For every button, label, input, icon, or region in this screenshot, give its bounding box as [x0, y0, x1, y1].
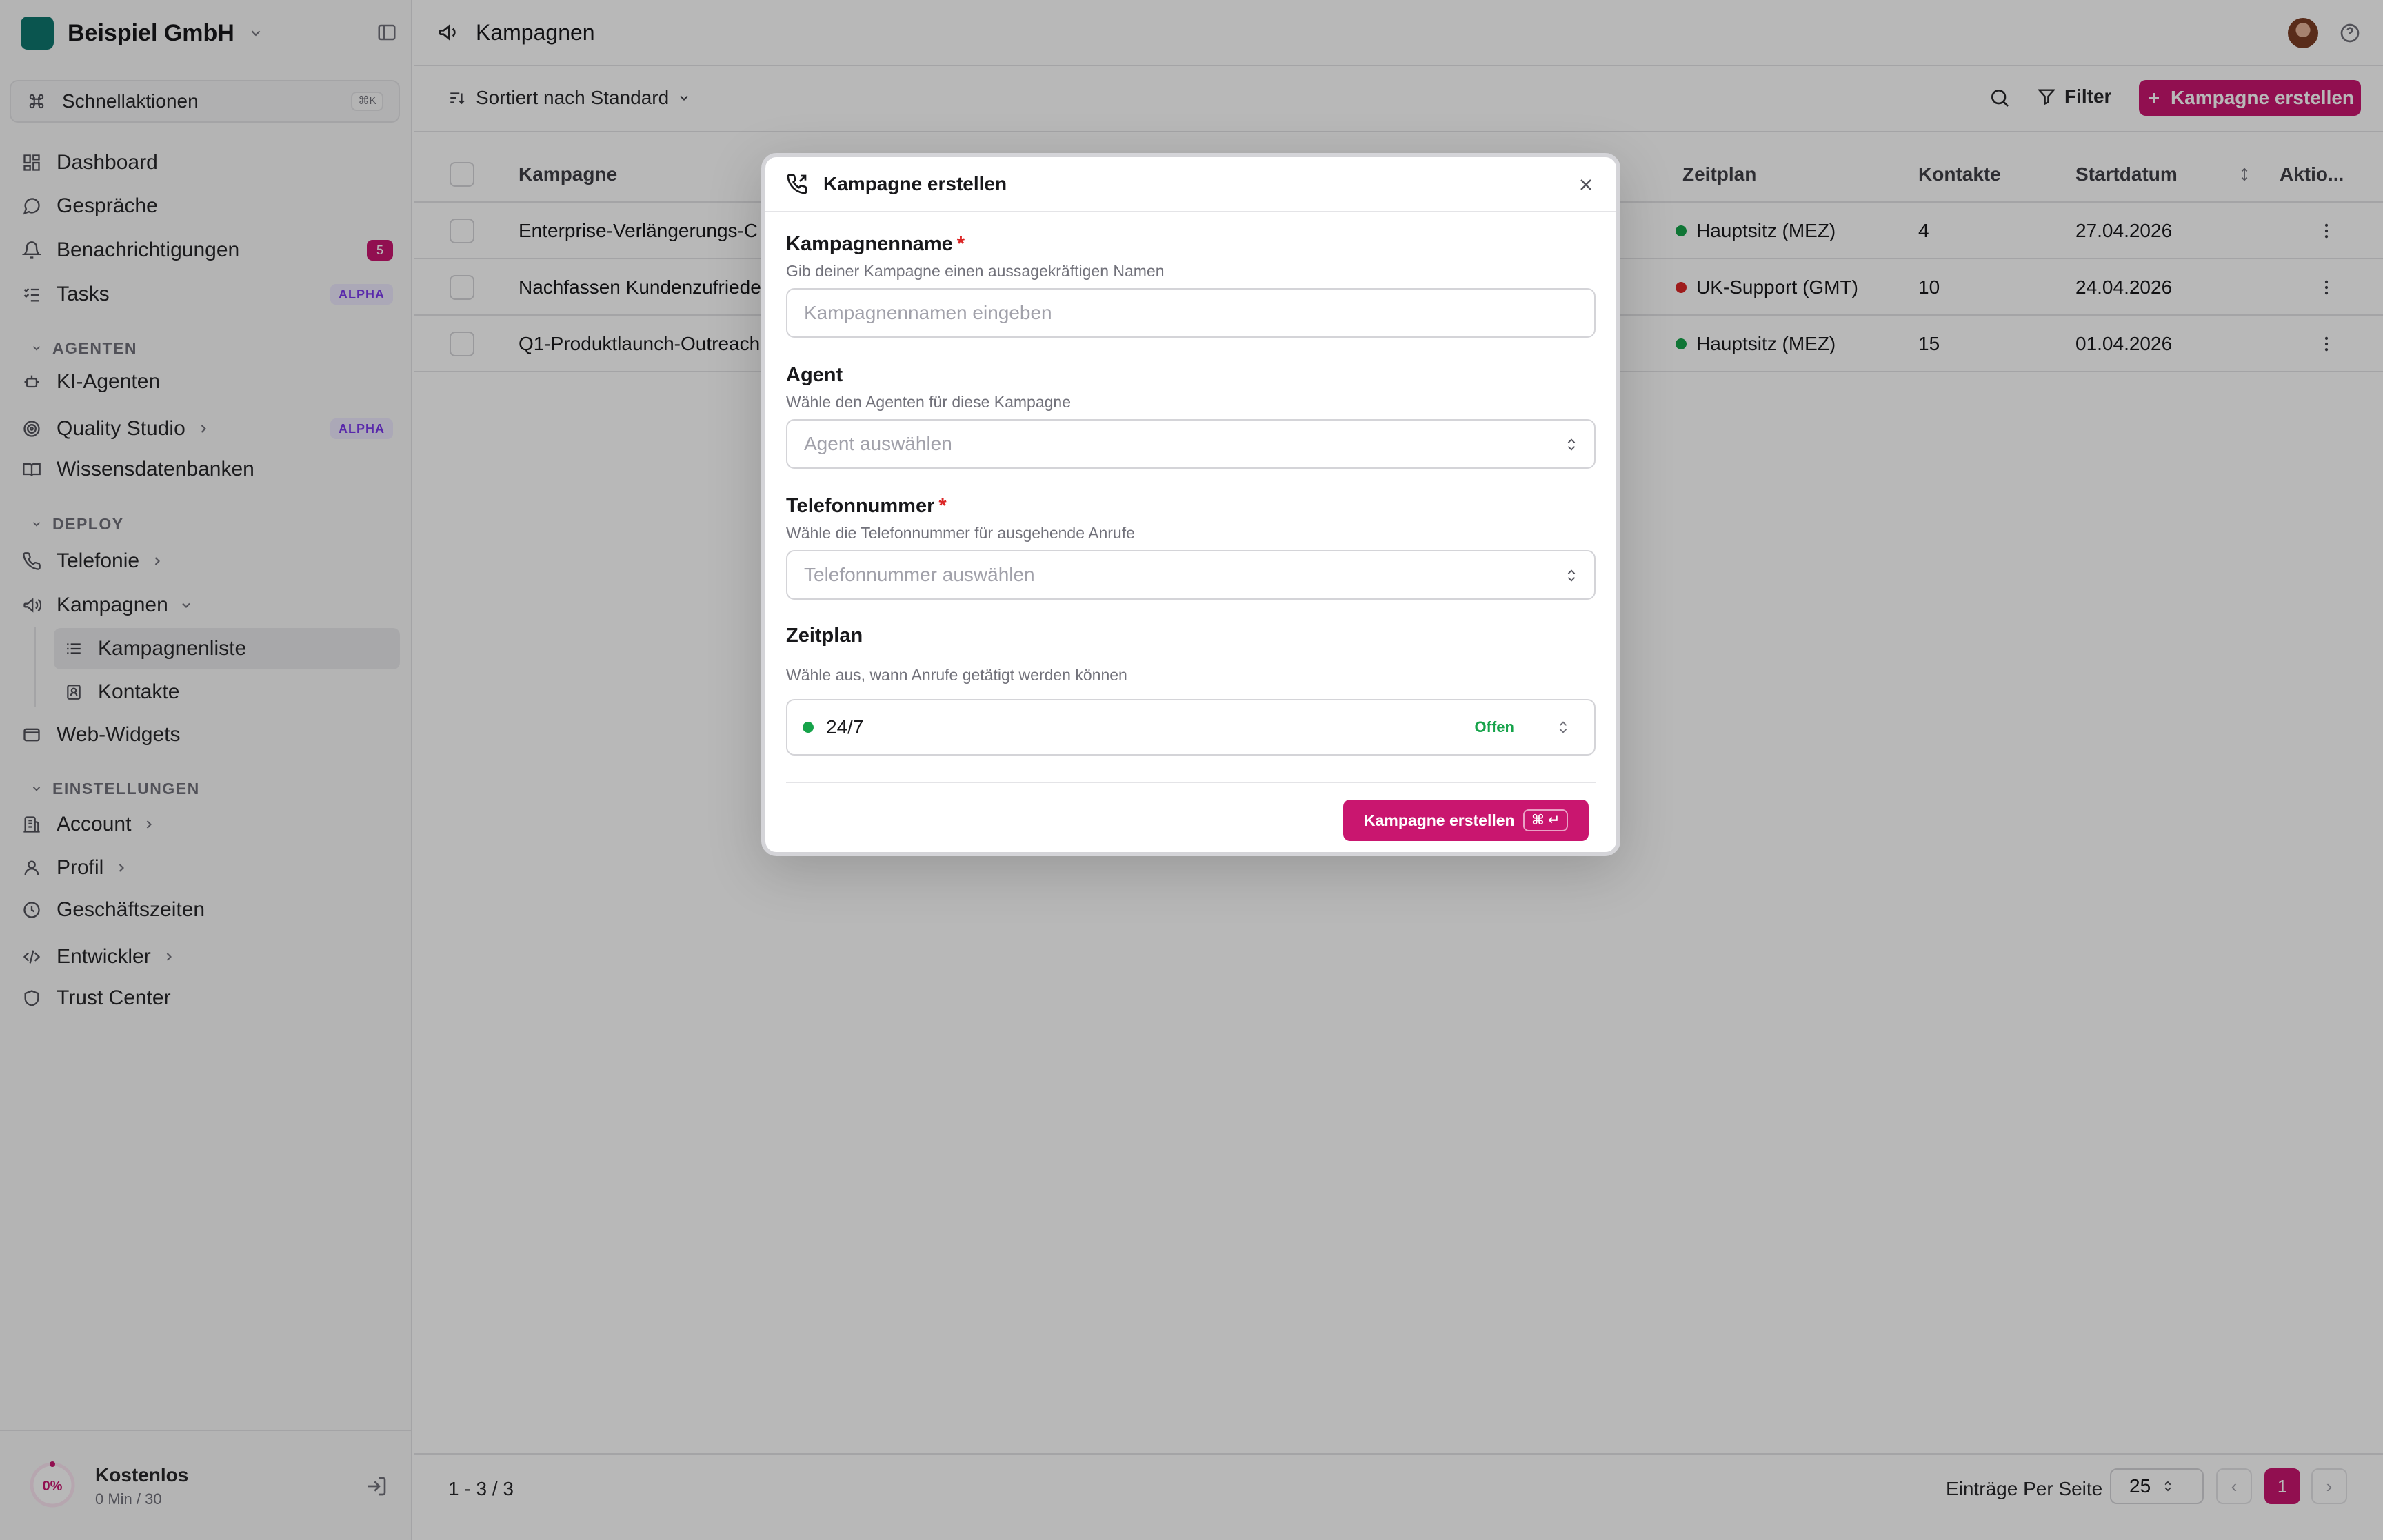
schedule-status: Offen	[1474, 718, 1514, 736]
required-mark: *	[956, 233, 965, 255]
phone-select[interactable]: Telefonnummer auswählen	[786, 550, 1596, 600]
campaign-name-input[interactable]	[786, 288, 1596, 338]
dialog-header: Kampagne erstellen	[765, 157, 1616, 212]
campaign-name-label: Kampagnenname *	[786, 233, 965, 256]
schedule-value: 24/7	[826, 716, 864, 738]
chevron-updown-icon	[1564, 567, 1579, 585]
chevron-updown-icon	[1564, 436, 1579, 454]
close-icon[interactable]	[1576, 175, 1596, 194]
campaign-name-label-text: Kampagnenname	[786, 233, 953, 255]
agent-select[interactable]: Agent auswählen	[786, 419, 1596, 469]
chevron-updown-icon	[1556, 718, 1571, 736]
schedule-label: Zeitplan	[786, 625, 863, 647]
phone-help: Wähle die Telefonnummer für ausgehende A…	[786, 524, 1135, 542]
phone-outgoing-icon	[786, 173, 808, 195]
required-mark: *	[938, 495, 947, 517]
dialog-title: Kampagne erstellen	[823, 173, 1007, 194]
agent-label: Agent	[786, 364, 843, 386]
agent-select-placeholder: Agent auswählen	[804, 433, 952, 454]
schedule-select[interactable]: 24/7 Offen	[786, 699, 1596, 756]
schedule-help: Wähle aus, wann Anrufe getätigt werden k…	[786, 666, 1127, 684]
submit-label: Kampagne erstellen	[1364, 811, 1515, 829]
agent-help: Wähle den Agenten für diese Kampagne	[786, 393, 1072, 411]
phone-label: Telefonnummer *	[786, 495, 947, 518]
dialog-divider	[786, 782, 1596, 783]
create-campaign-dialog: Kampagne erstellen Kampagnenname * Gib de…	[761, 153, 1620, 856]
submit-create-campaign-button[interactable]: Kampagne erstellen ⌘ ↵	[1343, 800, 1589, 841]
status-dot	[803, 722, 814, 733]
phone-select-placeholder: Telefonnummer auswählen	[804, 564, 1035, 585]
phone-label-text: Telefonnummer	[786, 495, 935, 517]
campaign-name-help: Gib deiner Kampagne einen aussagekräftig…	[786, 262, 1165, 280]
submit-shortcut: ⌘ ↵	[1523, 809, 1568, 831]
